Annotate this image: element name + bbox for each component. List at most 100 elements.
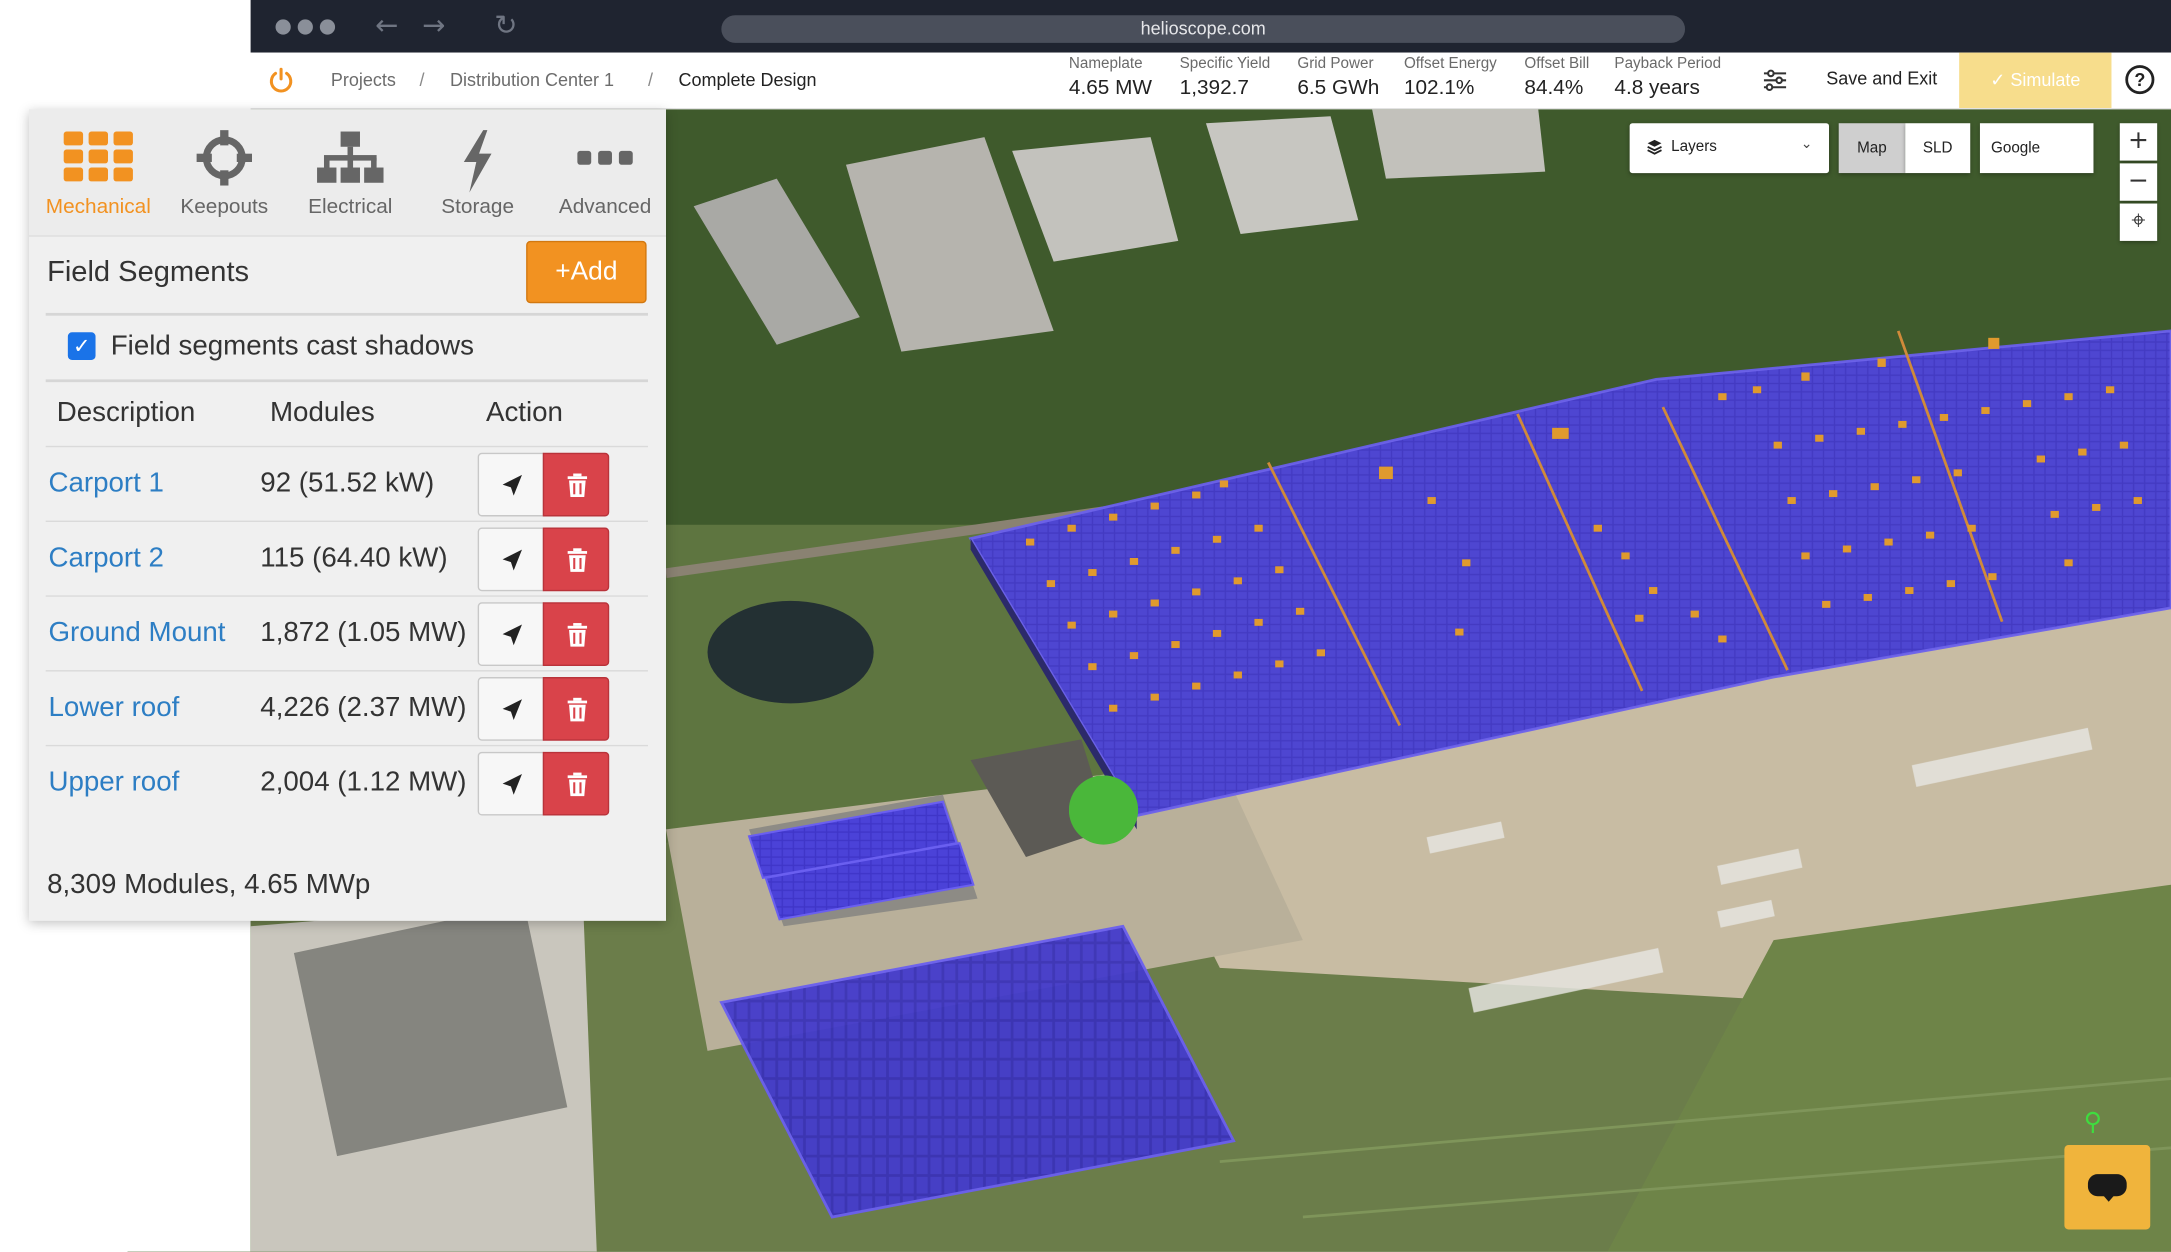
metric-label: Offset Energy [1403, 55, 1497, 72]
locate-segment-button[interactable] [477, 677, 545, 741]
simulate-label: Simulate [2010, 69, 2081, 90]
panel-tabs: Mechanical Keepouts Electrical Storage A… [29, 109, 668, 237]
chat-icon-tail [2100, 1192, 2118, 1202]
delete-segment-button[interactable] [542, 751, 610, 816]
tab-label: Advanced [558, 195, 652, 219]
locate-segment-button[interactable] [477, 751, 545, 816]
tab-electrical[interactable]: Electrical [288, 109, 413, 236]
segments-totals: 8,309 Modules, 4.65 MWp [47, 869, 371, 900]
column-header-modules: Modules [269, 397, 375, 428]
cast-shadows-checkbox[interactable]: ✓ [67, 332, 96, 360]
check-icon: ✓ [1990, 69, 2011, 90]
locate-segment-button[interactable] [477, 602, 545, 666]
layers-dropdown[interactable]: Layers ⌄ [1629, 123, 1830, 174]
save-and-exit-button[interactable]: Save and Exit [1826, 68, 1937, 89]
zoom-out-button[interactable]: − [2119, 163, 2158, 201]
segment-link[interactable]: Ground Mount [48, 618, 225, 650]
tab-storage[interactable]: Storage [415, 109, 540, 236]
trash-icon [567, 473, 588, 498]
back-arrow-icon[interactable]: ← [375, 11, 398, 39]
grid-icon [63, 131, 133, 182]
locate-segment-button[interactable] [477, 452, 545, 517]
breadcrumb-separator: / [647, 69, 653, 90]
breadcrumb-separator: / [419, 69, 425, 90]
metric-label: Specific Yield [1179, 55, 1271, 72]
segment-modules: 92 (51.52 kW) [260, 467, 435, 499]
tab-label: Electrical [308, 195, 393, 219]
browser-toolbar: ← → ↻ helioscope.com [250, 0, 2171, 53]
locate-icon[interactable]: ⌖ [2119, 203, 2158, 241]
segment-link[interactable]: Lower roof [48, 692, 179, 724]
divider [45, 379, 648, 383]
metric-value: 4.8 years [1614, 76, 1700, 100]
navigate-arrow-icon [502, 773, 522, 795]
table-row: Upper roof 2,004 (1.12 MW) [45, 744, 648, 820]
map-view-button[interactable]: Map [1838, 123, 1906, 174]
trash-icon [567, 548, 588, 572]
design-panel: Mechanical Keepouts Electrical Storage A… [29, 109, 668, 921]
metric-value: 84.4% [1524, 76, 1584, 100]
window-controls[interactable] [275, 19, 336, 35]
chat-button[interactable] [2064, 1145, 2151, 1230]
chevron-down-icon: ⌄ [1800, 137, 1813, 153]
metric-label: Offset Bill [1524, 55, 1590, 72]
metric-value: 102.1% [1403, 76, 1475, 100]
navigate-arrow-icon [502, 699, 522, 720]
add-segment-button[interactable]: +Add [526, 240, 647, 304]
add-label: Add [570, 257, 618, 287]
delete-segment-button[interactable] [542, 602, 610, 666]
segment-modules: 1,872 (1.05 MW) [260, 617, 467, 648]
zoom-in-button[interactable]: + [2119, 123, 2158, 161]
segment-link[interactable]: Carport 2 [48, 543, 163, 575]
power-icon[interactable] [267, 66, 295, 94]
locate-segment-button[interactable] [477, 527, 545, 592]
tab-mechanical[interactable]: Mechanical [36, 109, 161, 236]
layers-label: Layers [1671, 138, 1717, 156]
pegman-icon[interactable]: ⚲ [2084, 1108, 2102, 1137]
segment-link[interactable]: Upper roof [48, 767, 179, 799]
segment-modules: 2,004 (1.12 MW) [260, 767, 467, 798]
basemap-dropdown[interactable]: Google [1979, 123, 2094, 174]
metric-value: 6.5 GWh [1297, 76, 1380, 100]
navigate-arrow-icon [502, 549, 522, 571]
field-segments-section: Field Segments +Add ✓ Field segments cas… [29, 236, 666, 921]
tab-label: Mechanical [45, 195, 151, 219]
app-header: Projects / Distribution Center 1 / Compl… [250, 52, 2171, 110]
metric-grid-power: Grid Power 6.5 GWh [1297, 55, 1379, 99]
plus-icon: + [555, 257, 571, 287]
window-dot-icon[interactable] [275, 19, 291, 35]
delete-segment-button[interactable] [542, 677, 610, 741]
segment-link[interactable]: Carport 1 [48, 468, 163, 500]
metric-specific-yield: Specific Yield 1,392.7 [1180, 55, 1271, 99]
window-dot-icon[interactable] [297, 19, 313, 35]
metric-label: Grid Power [1297, 55, 1374, 72]
help-icon[interactable]: ? [2125, 65, 2155, 95]
segment-modules: 4,226 (2.37 MW) [260, 692, 467, 723]
tab-advanced[interactable]: Advanced [543, 109, 668, 236]
table-row: Carport 2 115 (64.40 kW) [45, 520, 648, 596]
delete-segment-button[interactable] [542, 452, 610, 517]
sliders-icon[interactable] [1763, 68, 1788, 93]
segment-modules: 115 (64.40 kW) [260, 542, 448, 574]
column-header-action: Action [485, 397, 563, 428]
hierarchy-icon [317, 131, 384, 183]
breadcrumb-projects[interactable]: Projects [331, 69, 396, 90]
trash-icon [567, 697, 588, 722]
breadcrumb-project[interactable]: Distribution Center 1 [450, 69, 614, 90]
trash-icon [567, 772, 588, 797]
crosshair-icon [196, 130, 252, 186]
delete-segment-button[interactable] [542, 527, 610, 592]
app-screenshot: ← → ↻ helioscope.com Projects / Distribu… [0, 0, 2171, 1252]
sld-view-button[interactable]: SLD [1905, 123, 1971, 174]
window-dot-icon[interactable] [319, 19, 336, 35]
metric-offset-bill: Offset Bill 84.4% [1524, 55, 1589, 99]
reload-icon[interactable]: ↻ [494, 11, 517, 39]
navigate-arrow-icon [502, 474, 522, 496]
location-marker[interactable] [1068, 775, 1139, 845]
address-bar[interactable]: helioscope.com [721, 15, 1686, 43]
tab-keepouts[interactable]: Keepouts [163, 109, 285, 236]
pond [707, 600, 874, 704]
metric-value: 1,392.7 [1179, 76, 1249, 100]
simulate-button[interactable]: ✓ Simulate [1959, 52, 2112, 108]
forward-arrow-icon[interactable]: → [422, 11, 445, 39]
